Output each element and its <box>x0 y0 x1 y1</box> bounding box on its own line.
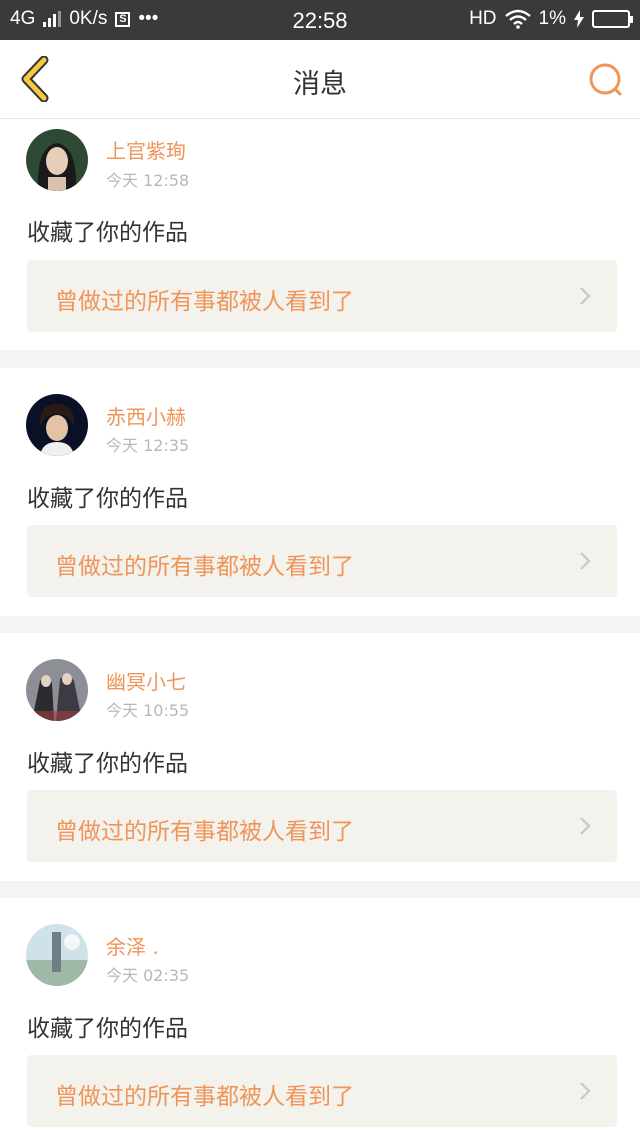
battery-icon <box>592 10 633 28</box>
work-title: 曾做过的所有事都被人看到了 <box>55 1084 354 1110</box>
chevron-right-icon <box>580 817 591 835</box>
chevron-right-icon <box>580 287 591 305</box>
nav-bar: 消息 <box>0 40 640 119</box>
message-time: 今天 12:35 <box>106 436 190 455</box>
hd-label: HD <box>469 8 497 29</box>
user-name[interactable]: 上官紫珣 <box>106 135 186 164</box>
wifi-icon <box>504 9 531 29</box>
status-bar: 4G 0K/s S ••• 22:58 HD 1% <box>0 0 640 40</box>
charging-icon <box>574 10 584 28</box>
work-quote[interactable]: 曾做过的所有事都被人看到了 <box>27 790 617 862</box>
message-card: 余泽 . 今天 02:35 收藏了你的作品 曾做过的所有事都被人看到了 <box>0 898 640 1138</box>
action-text: 收藏了你的作品 <box>27 220 188 246</box>
action-text: 收藏了你的作品 <box>27 1016 188 1042</box>
work-title: 曾做过的所有事都被人看到了 <box>55 554 354 580</box>
user-name[interactable]: 幽冥小七 <box>106 666 186 695</box>
battery-percent: 1% <box>538 8 566 29</box>
page-title: 消息 <box>293 69 347 100</box>
avatar[interactable] <box>26 659 88 721</box>
search-icon[interactable] <box>586 60 626 100</box>
user-name[interactable]: 余泽 . <box>106 931 159 960</box>
avatar[interactable] <box>26 924 88 986</box>
work-quote[interactable]: 曾做过的所有事都被人看到了 <box>27 260 617 332</box>
action-text: 收藏了你的作品 <box>27 751 188 777</box>
user-name[interactable]: 赤西小赫 <box>106 401 186 430</box>
chevron-right-icon <box>580 1082 591 1100</box>
message-card: 赤西小赫 今天 12:35 收藏了你的作品 曾做过的所有事都被人看到了 <box>0 368 640 616</box>
work-quote[interactable]: 曾做过的所有事都被人看到了 <box>27 1055 617 1127</box>
work-title: 曾做过的所有事都被人看到了 <box>55 819 354 845</box>
message-time: 今天 10:55 <box>106 701 190 720</box>
avatar[interactable] <box>26 394 88 456</box>
work-quote[interactable]: 曾做过的所有事都被人看到了 <box>27 525 617 597</box>
status-right: HD 1% <box>469 8 633 30</box>
message-card: 上官紫珣 今天 12:58 收藏了你的作品 曾做过的所有事都被人看到了 <box>0 119 640 350</box>
avatar[interactable] <box>26 129 88 191</box>
chevron-right-icon <box>580 552 591 570</box>
message-time: 今天 12:58 <box>106 171 190 190</box>
message-time: 今天 02:35 <box>106 966 190 985</box>
action-text: 收藏了你的作品 <box>27 486 188 512</box>
work-title: 曾做过的所有事都被人看到了 <box>55 289 354 315</box>
message-card: 幽冥小七 今天 10:55 收藏了你的作品 曾做过的所有事都被人看到了 <box>0 633 640 881</box>
